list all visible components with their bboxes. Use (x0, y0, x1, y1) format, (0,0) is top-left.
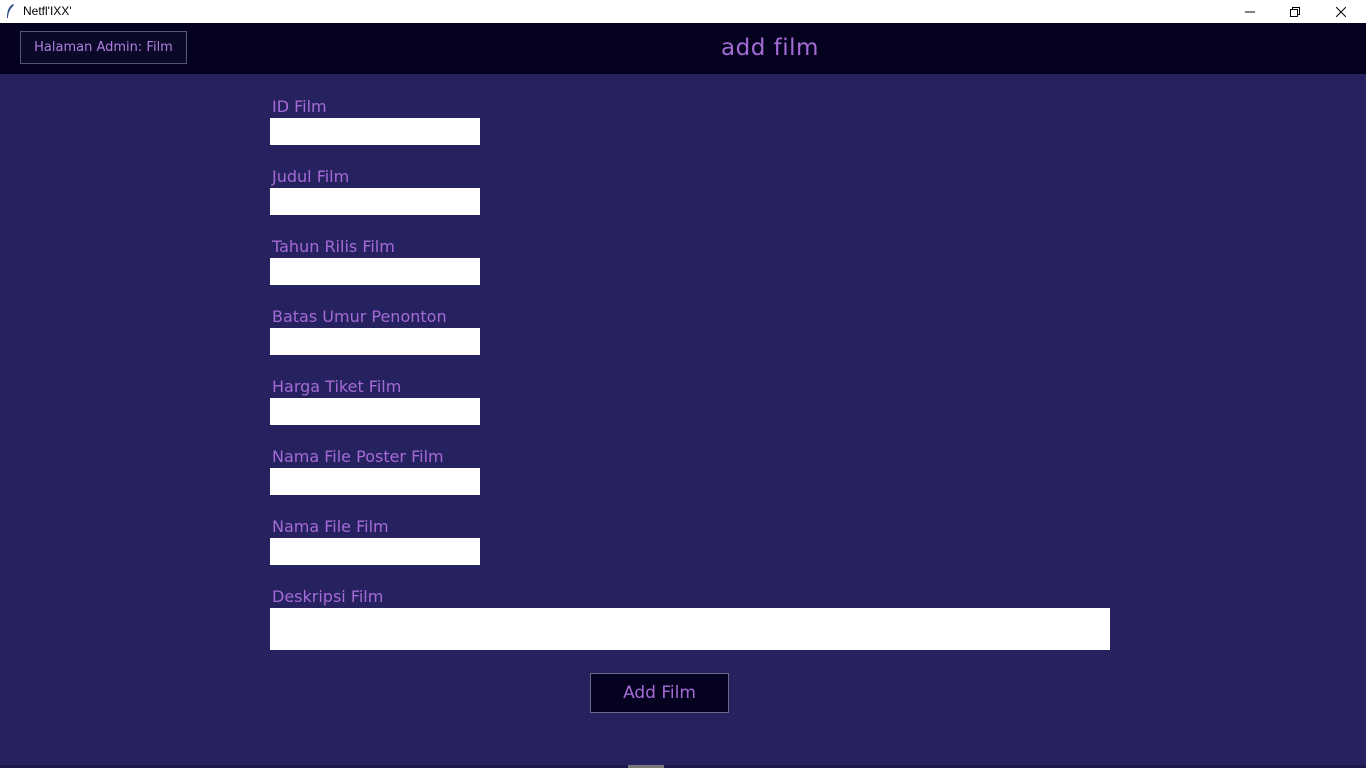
deskripsi-film-input[interactable] (270, 608, 1110, 650)
batas-umur-input[interactable] (270, 328, 480, 355)
nama-file-poster-input[interactable] (270, 468, 480, 495)
window-titlebar: Netfl'IXX' (0, 0, 1366, 23)
close-button[interactable] (1318, 0, 1364, 23)
batas-umur-label: Batas Umur Penonton (272, 307, 447, 326)
judul-film-input[interactable] (270, 188, 480, 215)
harga-tiket-label: Harga Tiket Film (272, 377, 402, 396)
restore-icon (1290, 6, 1300, 17)
nama-file-film-input[interactable] (270, 538, 480, 565)
page-title: add film (721, 35, 819, 61)
minimize-icon (1245, 11, 1255, 12)
restore-button[interactable] (1272, 0, 1318, 23)
add-film-button[interactable]: Add Film (590, 673, 729, 713)
app-header: Halaman Admin: Film add film (0, 23, 1366, 74)
tahun-rilis-label: Tahun Rilis Film (272, 237, 395, 256)
close-icon (1336, 6, 1346, 17)
judul-film-label: Judul Film (272, 167, 350, 186)
minimize-button[interactable] (1227, 0, 1273, 23)
nama-file-film-label: Nama File Film (272, 517, 389, 536)
nama-file-poster-label: Nama File Poster Film (272, 447, 444, 466)
id-film-label: ID Film (272, 97, 327, 116)
feather-icon (7, 4, 14, 18)
tahun-rilis-input[interactable] (270, 258, 480, 285)
deskripsi-film-label: Deskripsi Film (272, 587, 384, 606)
id-film-input[interactable] (270, 118, 480, 145)
harga-tiket-input[interactable] (270, 398, 480, 425)
window-title: Netfl'IXX' (23, 4, 72, 18)
admin-film-button[interactable]: Halaman Admin: Film (20, 31, 187, 64)
